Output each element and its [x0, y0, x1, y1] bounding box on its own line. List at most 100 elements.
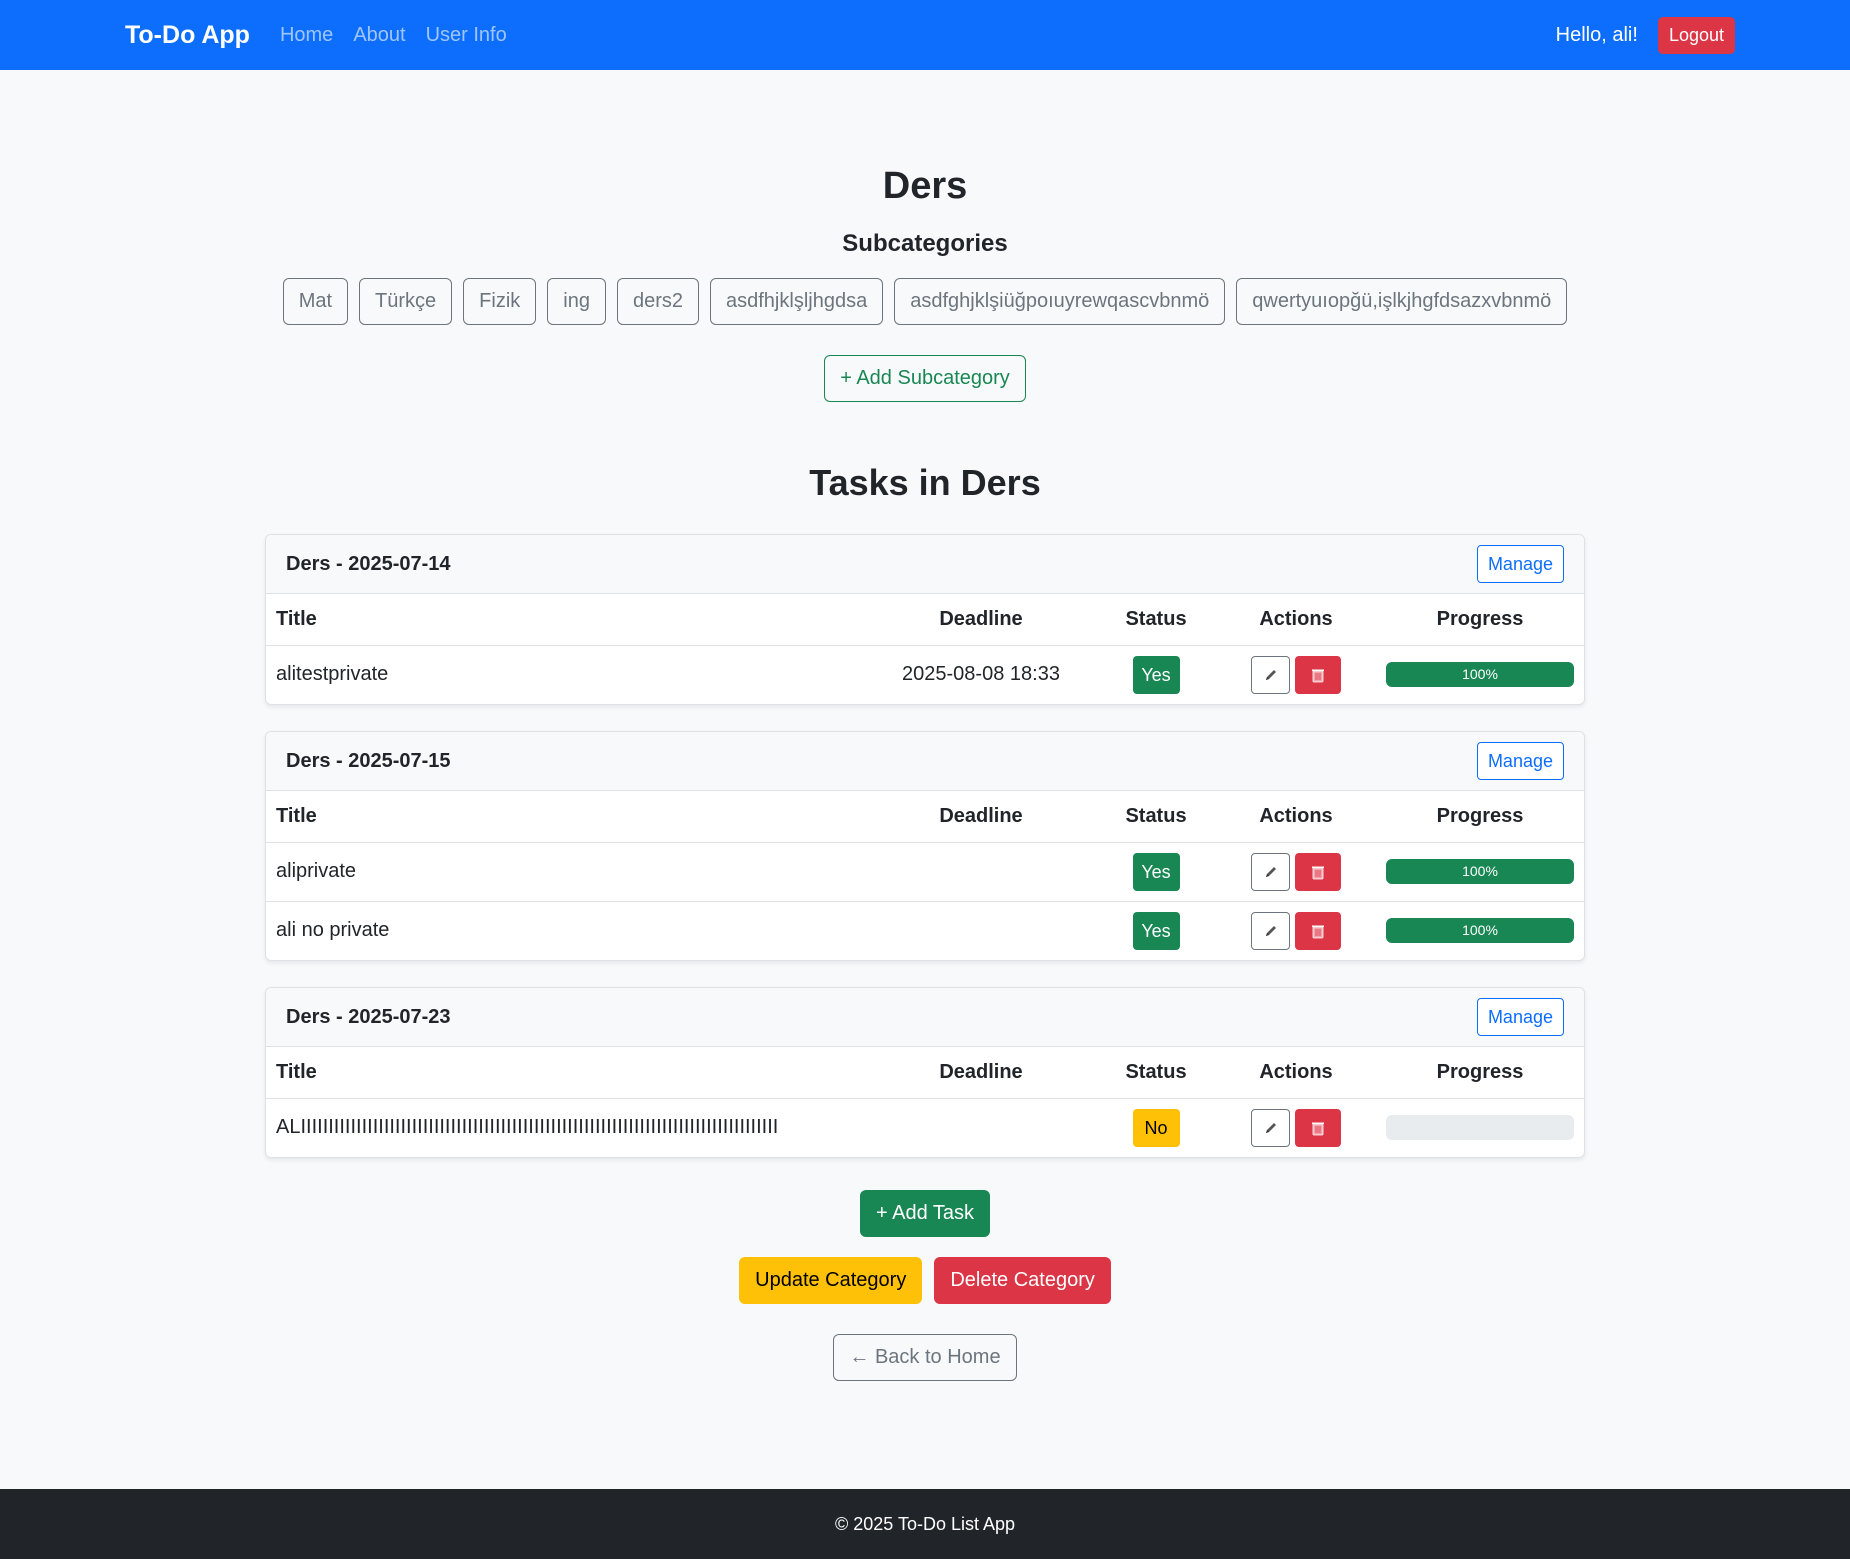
status-badge: Yes	[1132, 911, 1180, 950]
delete-task-button[interactable]	[1295, 655, 1341, 694]
progress-track: 100%	[1386, 859, 1574, 884]
nav-link-user-info[interactable]: User Info	[426, 24, 507, 47]
edit-task-button[interactable]	[1251, 1108, 1290, 1147]
trash-icon	[1312, 866, 1324, 879]
task-status-cell: Yes	[1076, 842, 1236, 902]
delete-task-button[interactable]	[1295, 852, 1341, 891]
subcategory-button[interactable]: qwertyuıopğü,işlkjhgfdsazxvbnmö	[1236, 278, 1568, 325]
progress-bar: 100%	[1386, 918, 1574, 944]
column-header-status: Status	[1076, 594, 1236, 646]
nav-right: Hello, ali! Logout	[1555, 16, 1735, 54]
column-header-title: Title	[266, 791, 886, 843]
task-group-card: Ders - 2025-07-14 Manage Title Deadline Stat…	[265, 534, 1585, 705]
trash-icon	[1312, 1122, 1324, 1136]
task-groups: Ders - 2025-07-14 Manage Title Deadline Stat…	[265, 534, 1585, 1158]
column-header-status: Status	[1076, 791, 1236, 843]
progress-bar: 100%	[1386, 859, 1574, 884]
main-content: Ders Subcategories Mat Türkçe Fizik ing ders…	[265, 162, 1585, 1381]
table-row: alitestprivate 2025-08-08 18:33 Yes 100%	[266, 645, 1584, 704]
category-title: Ders	[882, 165, 968, 207]
manage-button[interactable]: Manage	[1476, 998, 1564, 1036]
column-header-progress: Progress	[1356, 791, 1584, 843]
subcategory-button[interactable]: ders2	[616, 278, 699, 325]
pencil-icon	[1265, 669, 1276, 680]
navbar: To-Do App Home About User Info Hello, al…	[0, 0, 1850, 70]
pencil-icon	[1265, 1122, 1276, 1133]
status-badge: Yes	[1132, 852, 1180, 891]
task-group-card: Ders - 2025-07-23 Manage Title Deadline Stat…	[265, 987, 1585, 1158]
tasks-table: Title Deadline Status Actions Progress alites…	[266, 594, 1584, 704]
column-header-deadline: Deadline	[886, 791, 1076, 843]
task-progress-cell	[1356, 1098, 1584, 1157]
task-group-title: Ders - 2025-07-15	[286, 749, 451, 772]
task-title: alitestprivate	[276, 663, 389, 686]
task-progress-cell: 100%	[1356, 842, 1584, 902]
column-header-progress: Progress	[1356, 594, 1584, 646]
column-header-deadline: Deadline	[886, 1047, 1076, 1099]
task-status-cell: Yes	[1076, 645, 1236, 704]
task-title: ali no private	[276, 919, 390, 942]
update-category-button[interactable]: Update Category	[739, 1257, 923, 1304]
delete-task-button[interactable]	[1295, 911, 1341, 950]
table-row: ALIIIIIIIIIIIIIIIIIIIIIIIIIIIIIIIIIIIIII…	[266, 1098, 1584, 1157]
column-header-title: Title	[266, 1047, 886, 1099]
task-progress-cell: 100%	[1356, 645, 1584, 704]
progress-track: 100%	[1386, 918, 1574, 944]
user-greeting: Hello, ali!	[1555, 23, 1638, 46]
subcategory-list: Mat Türkçe Fizik ing ders2 asdfhjklşljhgdsa as…	[265, 278, 1585, 325]
nav-link-home[interactable]: Home	[280, 24, 333, 47]
subcategory-button[interactable]: Mat	[282, 278, 349, 325]
progress-track: 100%	[1386, 662, 1574, 688]
subcategory-button[interactable]: ing	[547, 278, 606, 325]
subcategory-button[interactable]: asdfhjklşljhgdsa	[710, 278, 884, 325]
footer-text: © 2025 To-Do List App	[834, 1513, 1016, 1534]
progress-bar: 100%	[1386, 662, 1574, 688]
task-actions	[1236, 901, 1356, 960]
logout-button[interactable]: Logout	[1657, 16, 1735, 54]
category-actions: Update Category Delete Category	[265, 1257, 1585, 1304]
column-header-actions: Actions	[1236, 791, 1356, 843]
subcategory-button[interactable]: Fizik	[463, 278, 537, 325]
task-group-title: Ders - 2025-07-23	[286, 1005, 451, 1028]
add-task-button[interactable]: + Add Task	[859, 1190, 991, 1237]
pencil-icon	[1265, 866, 1276, 877]
subcategory-button[interactable]: asdfghjklşiüğpoıuyrewqascvbnmö	[894, 278, 1226, 325]
column-header-actions: Actions	[1236, 1047, 1356, 1099]
table-header-row: Title Deadline Status Actions Progress	[266, 594, 1584, 646]
back-to-home-button[interactable]: ← Back to Home	[833, 1334, 1017, 1381]
tasks-table: Title Deadline Status Actions Progress ALIIII…	[266, 1047, 1584, 1157]
task-status-cell: Yes	[1076, 901, 1236, 960]
column-header-status: Status	[1076, 1047, 1236, 1099]
edit-task-button[interactable]	[1251, 852, 1290, 891]
nav-link-about[interactable]: About	[353, 24, 405, 47]
task-group-header: Ders - 2025-07-15 Manage	[266, 732, 1584, 791]
column-header-deadline: Deadline	[886, 594, 1076, 646]
task-progress-cell: 100%	[1356, 901, 1584, 960]
edit-task-button[interactable]	[1251, 655, 1290, 694]
delete-category-button[interactable]: Delete Category	[934, 1257, 1111, 1304]
brand-link[interactable]: To-Do App	[125, 21, 250, 50]
footer: © 2025 To-Do List App	[0, 1489, 1850, 1559]
task-deadline	[886, 901, 1076, 960]
task-deadline	[886, 842, 1076, 902]
task-deadline: 2025-08-08 18:33	[902, 663, 1060, 686]
table-row: ali no private Yes 100%	[266, 901, 1584, 960]
task-group-title: Ders - 2025-07-14	[286, 552, 451, 575]
manage-button[interactable]: Manage	[1476, 545, 1564, 583]
subcategories-heading: Subcategories	[842, 230, 1008, 257]
edit-task-button[interactable]	[1251, 911, 1290, 950]
task-group-card: Ders - 2025-07-15 Manage Title Deadline Stat…	[265, 731, 1585, 961]
table-row: aliprivate Yes 100%	[266, 842, 1584, 902]
manage-button[interactable]: Manage	[1476, 742, 1564, 780]
task-deadline	[886, 1098, 1076, 1157]
status-badge: Yes	[1132, 655, 1180, 694]
column-header-actions: Actions	[1236, 594, 1356, 646]
column-header-progress: Progress	[1356, 1047, 1584, 1099]
progress-track	[1386, 1115, 1574, 1141]
tasks-heading: Tasks in Ders	[809, 462, 1041, 503]
subcategory-button[interactable]: Türkçe	[359, 278, 453, 325]
delete-task-button[interactable]	[1295, 1108, 1341, 1147]
task-title: aliprivate	[266, 842, 886, 902]
table-header-row: Title Deadline Status Actions Progress	[266, 791, 1584, 843]
add-subcategory-button[interactable]: + Add Subcategory	[824, 355, 1026, 402]
